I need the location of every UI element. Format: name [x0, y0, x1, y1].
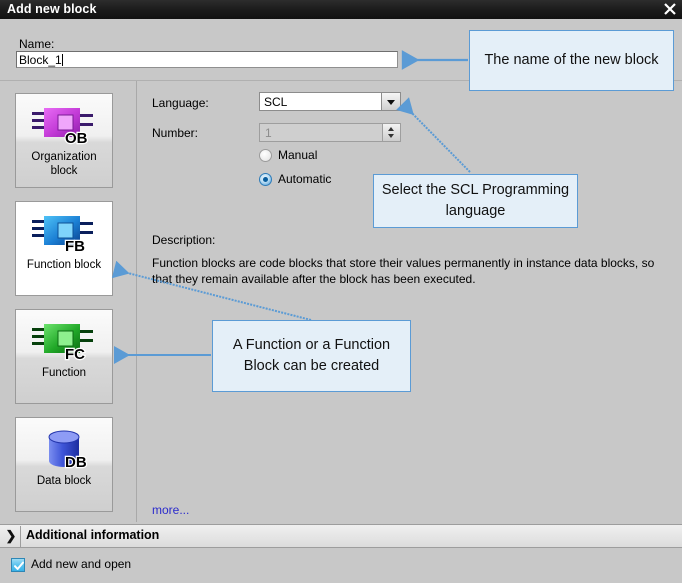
block-type-label: Organization block — [31, 151, 97, 177]
radio-manual-indicator[interactable] — [259, 149, 272, 162]
number-value: 1 — [265, 126, 272, 140]
block-type-organization-block[interactable]: OB Organization block — [15, 93, 113, 188]
block-type-function[interactable]: FC Function — [15, 309, 113, 404]
svg-text:DB: DB — [65, 454, 87, 471]
block-type-data-block[interactable]: DB Data block — [15, 417, 113, 512]
annotation-text: The name of the new block — [484, 52, 659, 68]
window-title: Add new block — [7, 2, 97, 16]
more-link[interactable]: more... — [152, 503, 189, 517]
language-select[interactable]: SCL — [259, 92, 401, 111]
text-caret — [62, 54, 63, 66]
block-type-label: Function — [41, 367, 87, 379]
annotation-callout-language: Select the SCL Programming language — [373, 174, 578, 228]
block-type-function-block[interactable]: FB Function block — [15, 201, 113, 296]
number-stepper: 1 — [259, 123, 401, 142]
ob-icon: OB — [16, 102, 112, 148]
name-input[interactable] — [16, 51, 398, 68]
additional-information-label: Additional information — [26, 528, 160, 542]
close-icon[interactable] — [658, 0, 682, 19]
chevron-down-icon[interactable] — [381, 93, 400, 110]
annotation-text: Select the SCL Programming language — [381, 182, 570, 219]
fb-icon: FB — [16, 210, 112, 256]
fc-icon: FC — [16, 318, 112, 364]
db-icon: DB — [16, 426, 112, 472]
checkbox-indicator[interactable] — [11, 558, 25, 572]
checkbox-label: Add new and open — [31, 557, 132, 571]
stepper-arrows-icon — [382, 124, 400, 141]
annotation-callout-function: A Function or a Function Block can be cr… — [212, 320, 411, 392]
annotation-callout-name: The name of the new block — [469, 30, 674, 91]
footer: Add new and open OK Cancel — [0, 549, 682, 583]
name-label: Name: — [19, 37, 55, 51]
chevron-right-icon[interactable]: ❯ — [4, 528, 18, 544]
radio-automatic-indicator[interactable] — [259, 173, 272, 186]
block-type-label: Data block — [36, 475, 92, 487]
svg-text:FB: FB — [65, 238, 85, 255]
additional-information-bar[interactable]: ❯ Additional information — [0, 524, 682, 548]
divider — [20, 526, 21, 547]
description-text: Function blocks are code blocks that sto… — [152, 256, 655, 286]
svg-text:FC: FC — [65, 346, 85, 363]
number-label: Number: — [152, 126, 199, 140]
annotation-text: A Function or a Function Block can be cr… — [232, 337, 391, 374]
radio-manual-label: Manual — [278, 148, 318, 162]
block-type-label: Function block — [26, 259, 102, 271]
svg-text:OB: OB — [65, 130, 88, 147]
description-label: Description: — [152, 233, 216, 247]
panel-divider — [136, 81, 137, 522]
add-new-block-dialog: Add new block Name: Block_1 OB Organizat… — [0, 0, 682, 583]
titlebar: Add new block — [0, 0, 682, 19]
language-label: Language: — [152, 96, 209, 110]
language-selected-value: SCL — [264, 95, 288, 109]
radio-automatic-label: Automatic — [278, 172, 332, 186]
